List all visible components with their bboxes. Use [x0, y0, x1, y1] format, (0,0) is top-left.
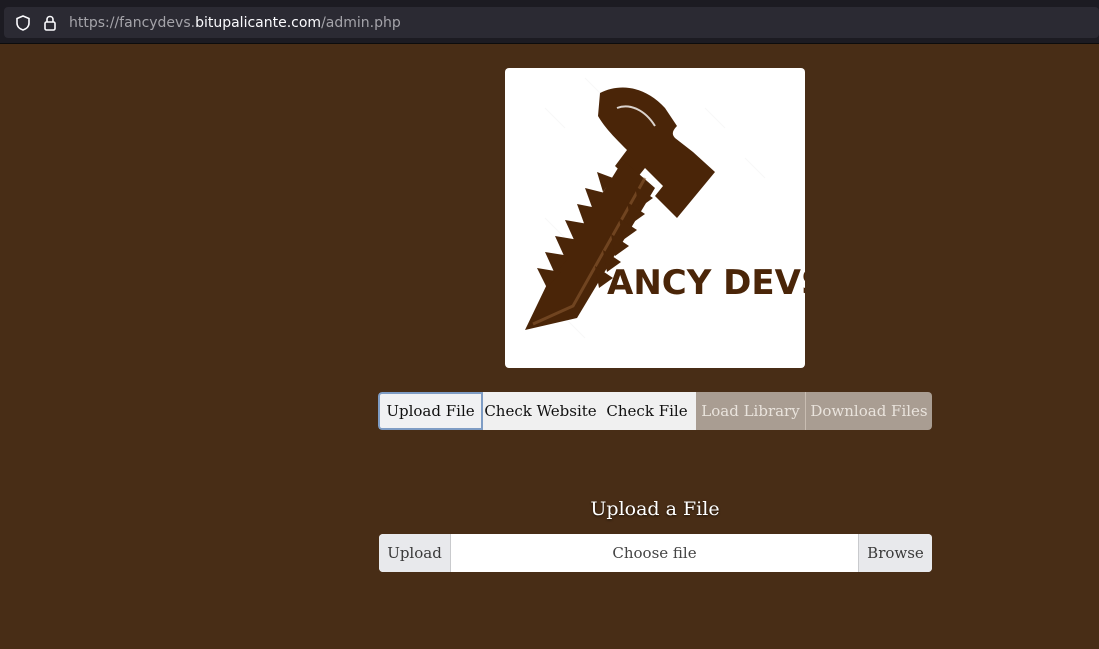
lock-icon[interactable]: [41, 14, 59, 32]
tab-upload-file[interactable]: Upload File: [378, 392, 483, 430]
tab-load-library[interactable]: Load Library: [696, 392, 805, 430]
upload-button[interactable]: Upload: [379, 534, 451, 572]
upload-form: Upload Choose file Browse: [379, 534, 932, 572]
tab-check-file[interactable]: Check File: [598, 392, 696, 430]
file-input[interactable]: Choose file: [451, 534, 858, 572]
url-text[interactable]: https://fancydevs.bitupalicante.com/admi…: [69, 15, 401, 31]
url-domain: bitupalicante.com: [195, 14, 322, 31]
tab-check-website[interactable]: Check Website: [483, 392, 598, 430]
logo-text: ANCY DEVS: [607, 263, 805, 303]
upload-title: Upload a File: [590, 498, 720, 520]
browser-toolbar: https://fancydevs.bitupalicante.com/admi…: [0, 0, 1099, 44]
tab-download-files[interactable]: Download Files: [805, 392, 932, 430]
browse-button[interactable]: Browse: [858, 534, 932, 572]
url-path: /admin.php: [321, 14, 401, 31]
shield-icon[interactable]: [14, 14, 32, 32]
company-logo: ANCY DEVS: [505, 68, 805, 368]
tab-group: Upload File Check Website Check File Loa…: [378, 392, 932, 430]
url-bar[interactable]: https://fancydevs.bitupalicante.com/admi…: [4, 7, 1099, 38]
url-prefix: https://fancydevs.: [69, 14, 196, 31]
